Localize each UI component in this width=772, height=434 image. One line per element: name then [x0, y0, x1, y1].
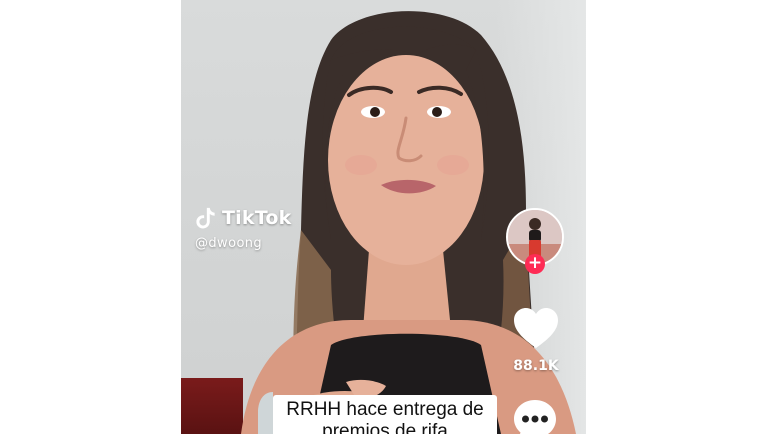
watermark-username: @dwoong	[195, 236, 263, 251]
caption-line-2: premios de rifa	[322, 421, 448, 434]
tiktok-watermark: TikTok @dwoong	[194, 206, 291, 251]
follow-button[interactable]: +	[525, 254, 545, 274]
plus-icon: +	[527, 253, 543, 273]
screen: TikTok @dwoong + 88.1K RRHH hace entrega…	[0, 0, 772, 434]
creator-avatar-button[interactable]: +	[506, 208, 564, 274]
tiktok-logo-icon	[196, 207, 215, 229]
video-caption: RRHH hace entrega de premios de rifa	[273, 395, 497, 434]
caption-line-1: RRHH hace entrega de	[286, 399, 484, 420]
watermark-brand: TikTok	[222, 207, 292, 229]
heart-icon	[514, 308, 558, 348]
ellipsis-icon	[514, 400, 556, 434]
comment-button[interactable]	[512, 398, 558, 434]
like-button[interactable]	[512, 306, 560, 350]
like-count: 88.1K	[513, 358, 559, 374]
